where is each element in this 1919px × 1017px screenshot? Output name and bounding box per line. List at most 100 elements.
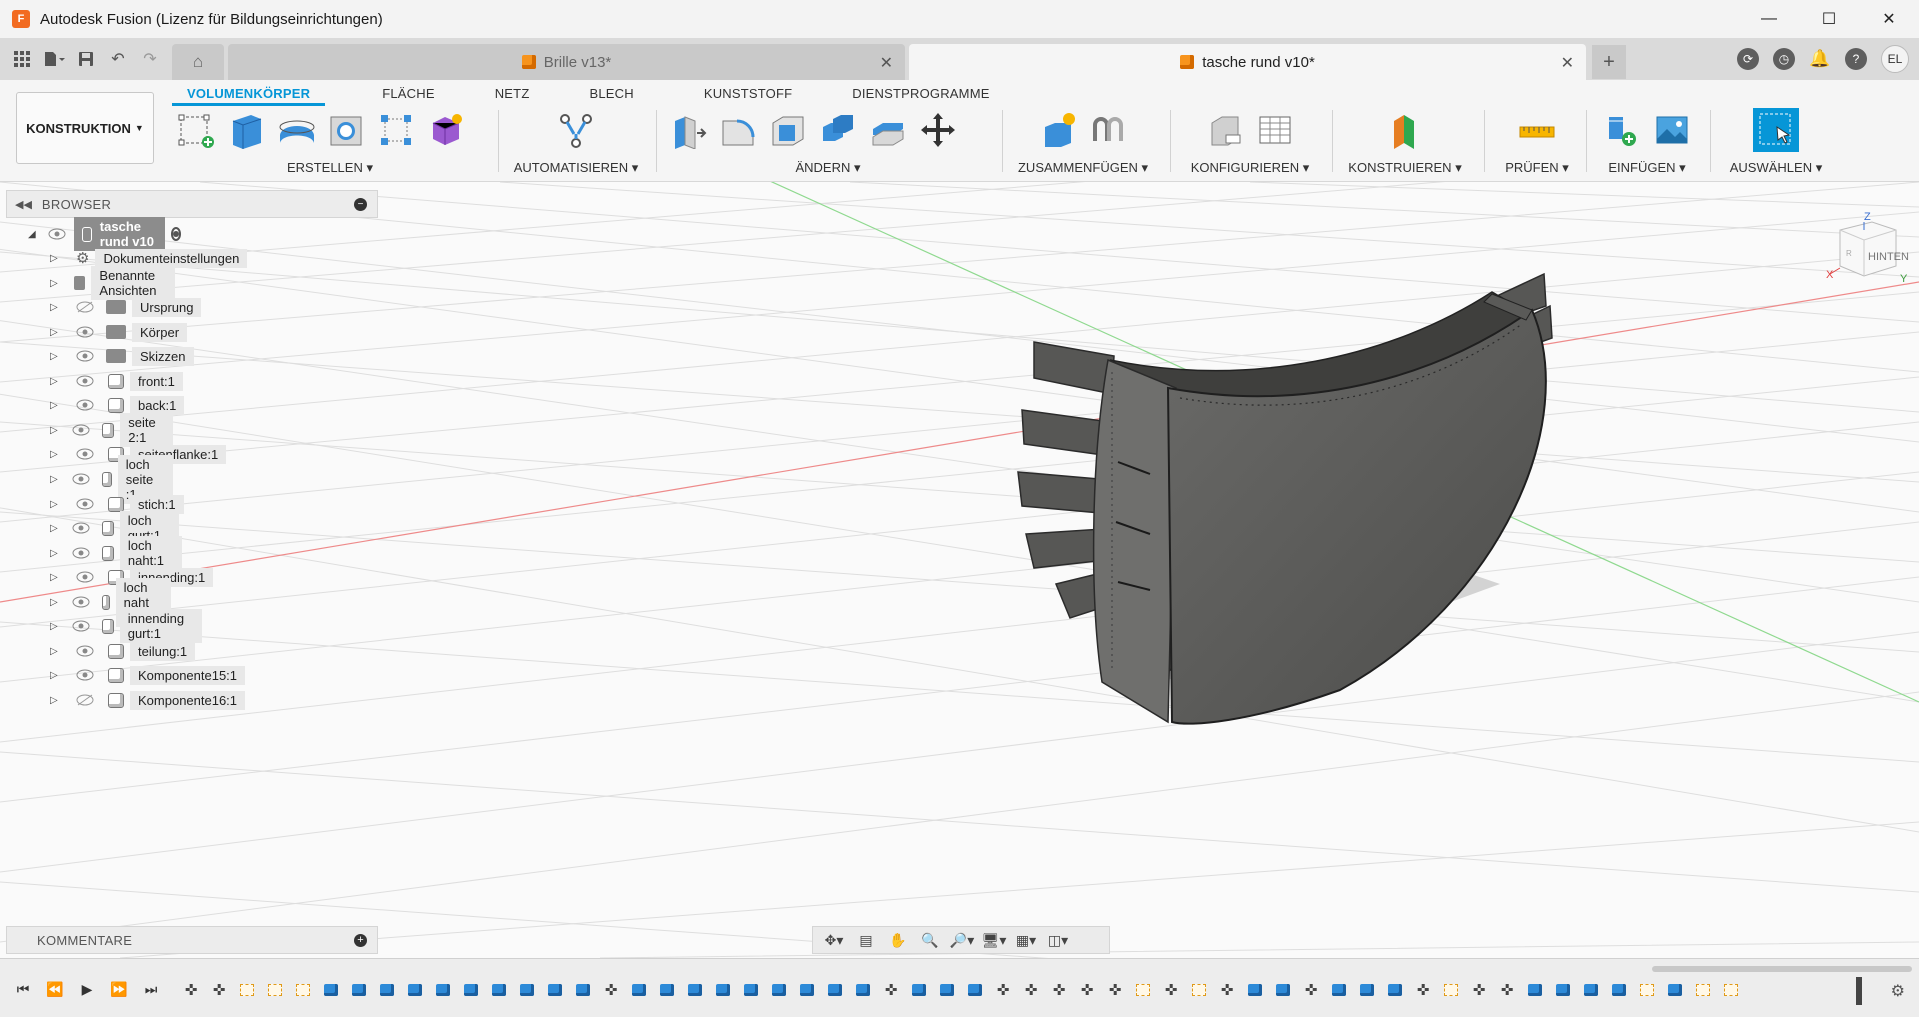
expand-arrow-icon[interactable]: ▷: [50, 548, 58, 559]
expand-arrow-icon[interactable]: ▷: [50, 474, 58, 485]
pattern-icon[interactable]: [376, 110, 416, 150]
visibility-eye-icon[interactable]: [72, 471, 90, 487]
press-pull-icon[interactable]: [668, 110, 708, 150]
timeline-feature-icon[interactable]: [712, 981, 734, 999]
go-to-start-icon[interactable]: ⏮: [12, 979, 34, 999]
tab-brille[interactable]: Brille v13* ✕: [228, 44, 905, 80]
visibility-eye-icon[interactable]: [48, 226, 66, 242]
create-sketch-icon[interactable]: [176, 110, 216, 150]
select-arrow-icon[interactable]: [1753, 108, 1799, 152]
timeline-settings-gear-icon[interactable]: ⚙: [1891, 981, 1905, 1001]
extrude-icon[interactable]: [226, 110, 266, 150]
tree-item-component[interactable]: ▷ Komponente15:1: [50, 663, 246, 687]
timeline-feature-icon[interactable]: ✜: [180, 981, 202, 999]
tree-item-named-views[interactable]: ▷ Benannte Ansichten: [50, 266, 176, 300]
hidden-eye-icon[interactable]: [74, 692, 96, 708]
assemble-group-label[interactable]: ZUSAMMENFÜGEN ▾: [1008, 160, 1158, 176]
tab-tasche-rund[interactable]: tasche rund v10* ✕: [909, 44, 1586, 80]
visibility-eye-icon[interactable]: [74, 496, 96, 512]
timeline-feature-icon[interactable]: ✜: [1104, 981, 1126, 999]
timeline-feature-icon[interactable]: [236, 981, 258, 999]
timeline-feature-icon[interactable]: [1440, 981, 1462, 999]
job-status-icon[interactable]: ◷: [1773, 48, 1795, 70]
expand-arrow-icon[interactable]: ▷: [50, 499, 60, 510]
timeline-feature-icon[interactable]: [1552, 981, 1574, 999]
timeline-feature-icon[interactable]: [1356, 981, 1378, 999]
configure-box-icon[interactable]: [1205, 110, 1245, 150]
user-avatar[interactable]: EL: [1881, 45, 1909, 73]
timeline-feature-icon[interactable]: [404, 981, 426, 999]
timeline-feature-icon[interactable]: [1272, 981, 1294, 999]
tab-volumenkoerper[interactable]: VOLUMENKÖRPER: [172, 84, 326, 106]
timeline-feature-icon[interactable]: ✜: [992, 981, 1014, 999]
new-tab-button[interactable]: +: [1592, 45, 1626, 79]
measure-icon[interactable]: [1517, 110, 1557, 150]
workspace-switcher[interactable]: KONSTRUKTION ▼: [16, 92, 154, 164]
timeline-feature-icon[interactable]: [936, 981, 958, 999]
create-form-icon[interactable]: [426, 110, 466, 150]
timeline-feature-icon[interactable]: [460, 981, 482, 999]
3d-viewport[interactable]: [0, 182, 1919, 958]
visibility-eye-icon[interactable]: [74, 373, 96, 389]
expand-arrow-icon[interactable]: ▷: [50, 572, 60, 583]
home-tab[interactable]: ⌂: [172, 44, 224, 80]
timeline-feature-icon[interactable]: ✜: [1020, 981, 1042, 999]
timeline-feature-icon[interactable]: ✜: [1412, 981, 1434, 999]
timeline-feature-icon[interactable]: ✜: [600, 981, 622, 999]
expand-arrow-icon[interactable]: ▷: [50, 523, 58, 534]
visibility-eye-icon[interactable]: [74, 569, 96, 585]
tree-item-component[interactable]: ▷ teilung:1: [50, 639, 196, 663]
timeline-feature-icon[interactable]: ✜: [1048, 981, 1070, 999]
visibility-eye-icon[interactable]: [72, 545, 90, 561]
construct-group-label[interactable]: KONSTRUIEREN ▾: [1340, 160, 1470, 176]
step-forward-icon[interactable]: ⏩: [108, 979, 130, 999]
viewcube[interactable]: HINTEN R X Z Y: [1820, 211, 1909, 292]
hole-icon[interactable]: [326, 110, 366, 150]
timeline-feature-icon[interactable]: [1244, 981, 1266, 999]
timeline-feature-icon[interactable]: [264, 981, 286, 999]
fit-zoom-icon[interactable]: 🔎▾: [949, 929, 975, 951]
timeline-feature-icon[interactable]: [908, 981, 930, 999]
timeline-feature-icon[interactable]: [320, 981, 342, 999]
timeline-feature-icon[interactable]: [516, 981, 538, 999]
visibility-eye-icon[interactable]: [74, 667, 96, 683]
expand-arrow-icon[interactable]: ▷: [50, 621, 58, 632]
timeline-feature-icon[interactable]: [1720, 981, 1742, 999]
timeline-feature-icon[interactable]: [1188, 981, 1210, 999]
timeline-feature-icon[interactable]: [628, 981, 650, 999]
timeline-feature-icon[interactable]: ✜: [208, 981, 230, 999]
timeline-marker[interactable]: [1856, 977, 1862, 1005]
timeline-scrollbar[interactable]: [1652, 966, 1912, 972]
move-copy-icon[interactable]: [918, 110, 958, 150]
timeline-feature-icon[interactable]: [1692, 981, 1714, 999]
timeline-feature-icon[interactable]: [348, 981, 370, 999]
expand-arrow-icon[interactable]: ▷: [50, 278, 58, 289]
insert-group-label[interactable]: EINFÜGEN ▾: [1592, 160, 1702, 176]
visibility-eye-icon[interactable]: [72, 594, 90, 610]
shell-icon[interactable]: [768, 110, 808, 150]
visibility-eye-icon[interactable]: [72, 520, 90, 536]
combine-icon[interactable]: [818, 110, 858, 150]
expand-arrow-icon[interactable]: ▷: [50, 351, 60, 362]
tab-kunststoff[interactable]: KUNSTSTOFF: [689, 84, 807, 106]
timeline-feature-icon[interactable]: ✜: [1160, 981, 1182, 999]
automate-icon[interactable]: [556, 110, 596, 150]
expand-arrow-icon[interactable]: ▷: [50, 597, 58, 608]
tree-item-component[interactable]: ▷ innending gurt:1: [50, 609, 203, 643]
tab-flaeche[interactable]: FLÄCHE: [367, 84, 450, 106]
expand-arrow-icon[interactable]: ▷: [50, 670, 60, 681]
revolve-icon[interactable]: [276, 110, 316, 150]
timeline-feature-icon[interactable]: ✜: [1496, 981, 1518, 999]
minimize-button[interactable]: —: [1739, 0, 1799, 38]
expand-arrow-icon[interactable]: ▷: [50, 449, 60, 460]
tree-item-sketches[interactable]: ▷ Skizzen: [50, 344, 194, 368]
expand-arrow-icon[interactable]: ▷: [50, 695, 60, 706]
timeline-feature-icon[interactable]: [1636, 981, 1658, 999]
tree-item-component[interactable]: ▷ loch seite :1: [50, 454, 174, 504]
grid-settings-icon[interactable]: ▦▾: [1013, 929, 1039, 951]
timeline-feature-icon[interactable]: ✜: [1216, 981, 1238, 999]
timeline-feature-icon[interactable]: [740, 981, 762, 999]
maximize-button[interactable]: ☐: [1799, 0, 1859, 38]
timeline-feature-icon[interactable]: ✜: [1300, 981, 1322, 999]
hidden-eye-icon[interactable]: [74, 299, 96, 315]
